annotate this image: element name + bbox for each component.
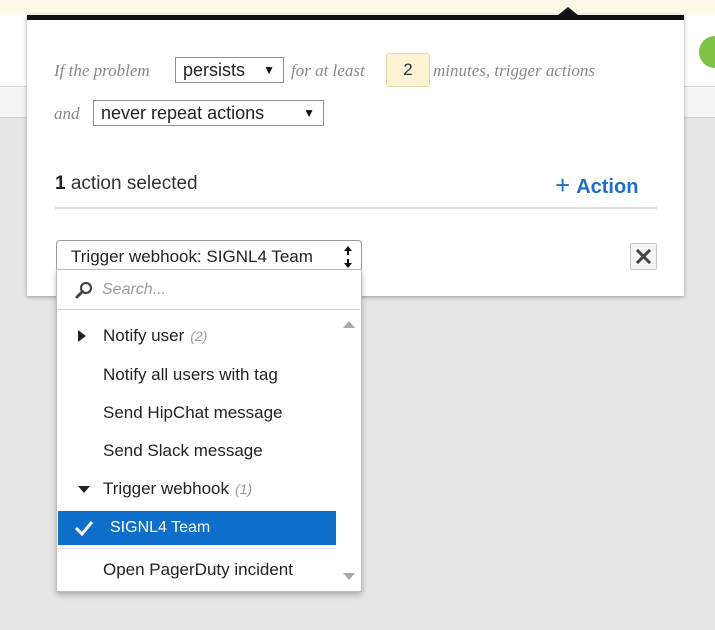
actions-summary: 1 action selected bbox=[55, 173, 198, 195]
list-item-label: Notify user bbox=[103, 326, 185, 345]
list-item-label: Send HipChat message bbox=[103, 403, 283, 422]
dropdown-arrow-icon: ▼ bbox=[303, 106, 315, 120]
search-icon bbox=[75, 281, 93, 299]
condition-prefix: If the problem bbox=[54, 61, 150, 80]
minutes-input[interactable]: 2 bbox=[386, 53, 430, 87]
list-separator bbox=[57, 548, 336, 549]
list-item-trigger-webhook[interactable]: Trigger webhook (1) bbox=[57, 472, 336, 506]
up-down-arrows-icon bbox=[344, 246, 352, 268]
search-input[interactable] bbox=[102, 279, 342, 301]
list-item-label: Open PagerDuty incident bbox=[103, 560, 293, 579]
list-item-notify-tag[interactable]: Notify all users with tag bbox=[57, 358, 336, 392]
dropdown-scrollbar[interactable] bbox=[338, 311, 360, 590]
close-icon bbox=[635, 248, 652, 265]
dropdown-arrow-icon: ▼ bbox=[263, 63, 275, 77]
actions-count: 1 bbox=[55, 173, 66, 194]
scroll-up-arrow-icon[interactable] bbox=[343, 321, 355, 328]
list-item-count: (2) bbox=[190, 328, 208, 344]
condition-middle: for at least bbox=[291, 61, 365, 80]
list-item-signl4-team[interactable]: SIGNL4 Team bbox=[58, 511, 336, 545]
list-item-notify-user[interactable]: Notify user (2) bbox=[57, 319, 336, 353]
condition-and-label: and bbox=[54, 104, 80, 123]
action-type-dropdown: Notify user (2) Notify all users with tag… bbox=[56, 269, 362, 592]
actions-count-label: action selected bbox=[70, 173, 198, 194]
list-item-label: Trigger webhook bbox=[103, 479, 229, 498]
caret-down-icon bbox=[78, 486, 90, 493]
list-item-label: Send Slack message bbox=[103, 441, 263, 460]
dropdown-search bbox=[58, 271, 360, 310]
condition-suffix: minutes, trigger actions bbox=[433, 61, 595, 80]
list-item-label: Notify all users with tag bbox=[103, 365, 278, 384]
add-action-label: Action bbox=[576, 176, 639, 198]
list-item-hipchat[interactable]: Send HipChat message bbox=[57, 396, 336, 430]
repeat-select[interactable]: never repeat actions ▼ bbox=[93, 100, 324, 126]
divider bbox=[55, 207, 657, 209]
list-item-slack[interactable]: Send Slack message bbox=[57, 434, 336, 468]
repeat-value: never repeat actions bbox=[101, 103, 265, 123]
list-item-count: (1) bbox=[235, 481, 253, 497]
alert-action-popover: If the problem persists ▼ for at least 2… bbox=[27, 7, 684, 296]
remove-action-button[interactable] bbox=[630, 243, 657, 270]
checkmark-icon bbox=[74, 521, 94, 537]
action-type-value: Trigger webhook: SIGNL4 Team bbox=[71, 247, 313, 266]
problem-mode-select[interactable]: persists ▼ bbox=[175, 57, 284, 83]
scroll-down-arrow-icon[interactable] bbox=[343, 573, 355, 580]
add-action-button[interactable]: + Action bbox=[555, 169, 638, 200]
problem-mode-value: persists bbox=[183, 60, 246, 80]
list-item-pagerduty[interactable]: Open PagerDuty incident bbox=[57, 553, 336, 587]
list-item-label: SIGNL4 Team bbox=[110, 519, 211, 536]
popover-caret-icon bbox=[557, 7, 579, 16]
plus-icon: + bbox=[555, 170, 571, 200]
caret-right-icon bbox=[78, 330, 86, 342]
top-notification-strip bbox=[0, 0, 715, 14]
